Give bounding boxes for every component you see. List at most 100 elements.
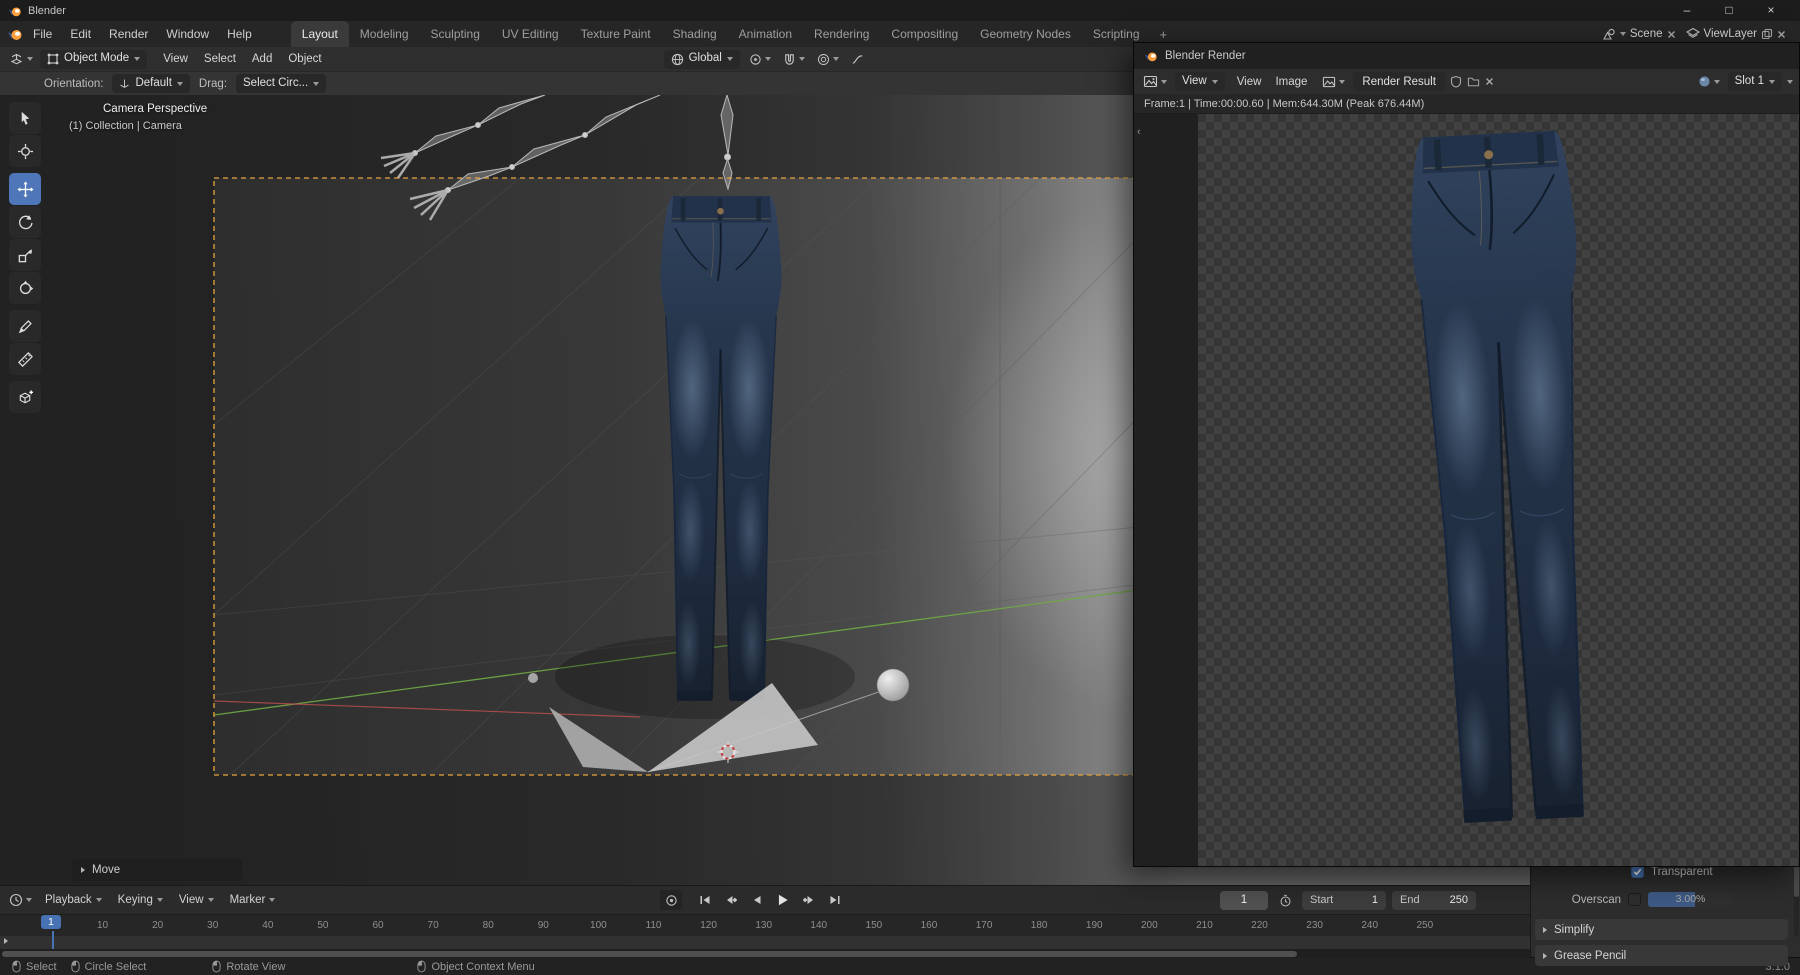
fake-user-shield-icon[interactable] bbox=[1450, 75, 1462, 88]
unlink-scene-icon[interactable] bbox=[1667, 30, 1676, 39]
tool-tweak-select[interactable] bbox=[9, 102, 41, 134]
workspace-tab[interactable]: Shading bbox=[662, 21, 728, 47]
timeline-track-area[interactable] bbox=[0, 936, 1530, 949]
minimize-button[interactable]: – bbox=[1666, 0, 1708, 21]
workspace-tab[interactable]: Texture Paint bbox=[570, 21, 662, 47]
tool-transform[interactable] bbox=[9, 272, 41, 304]
current-frame-field[interactable]: 1 bbox=[1220, 890, 1268, 910]
open-image-folder-icon[interactable] bbox=[1467, 76, 1480, 88]
menu-item[interactable]: Window bbox=[157, 21, 218, 47]
tool-scale[interactable] bbox=[9, 239, 41, 271]
workspace-tab[interactable]: Layout bbox=[290, 21, 349, 47]
jump-to-end-button[interactable] bbox=[824, 890, 846, 910]
auto-keying-button[interactable] bbox=[660, 890, 682, 910]
menu-item[interactable]: Edit bbox=[61, 21, 100, 47]
overscan-slider[interactable]: 3.00% bbox=[1648, 892, 1733, 907]
tool-rotate[interactable] bbox=[9, 206, 41, 238]
transform-orientation-dropdown[interactable]: Global bbox=[663, 49, 740, 69]
timeline-menu-item[interactable]: Playback bbox=[37, 886, 110, 914]
material-sphere-icon bbox=[1698, 76, 1710, 87]
use-preview-range-button[interactable] bbox=[1274, 890, 1296, 910]
render-window-titlebar[interactable]: Blender Render bbox=[1134, 43, 1799, 69]
tool-add-cube[interactable] bbox=[9, 381, 41, 413]
playhead[interactable]: 1 bbox=[41, 915, 61, 929]
workspace-tab[interactable]: UV Editing bbox=[491, 21, 570, 47]
next-keyframe-button[interactable] bbox=[798, 890, 820, 910]
image-editor-menu-item[interactable]: Image bbox=[1268, 69, 1314, 95]
proportional-edit-button[interactable] bbox=[814, 51, 842, 68]
image-datablock-name[interactable]: Render Result bbox=[1353, 72, 1445, 91]
keymap-hint: Select bbox=[12, 960, 57, 973]
editor-type-button[interactable] bbox=[6, 50, 36, 69]
pivot-point-button[interactable] bbox=[746, 51, 774, 68]
timeline-scrollbar-thumb[interactable] bbox=[2, 950, 1297, 957]
channel-collapse-icon[interactable] bbox=[4, 938, 8, 944]
orientation-setting-dropdown[interactable]: Default bbox=[112, 74, 190, 93]
operator-panel-move[interactable]: Move bbox=[72, 859, 242, 881]
tool-move[interactable] bbox=[9, 173, 41, 205]
timeline-menu-item[interactable]: Marker bbox=[222, 886, 284, 914]
tool-measure[interactable] bbox=[9, 343, 41, 375]
tool-cursor[interactable] bbox=[9, 135, 41, 167]
timeline-header: Playback Keying View Marker 1 Start 1 En… bbox=[0, 886, 1530, 914]
add-workspace-button[interactable]: + bbox=[1151, 27, 1177, 42]
tool-annotate[interactable] bbox=[9, 310, 41, 342]
menu-item[interactable]: Render bbox=[100, 21, 157, 47]
image-browse-button[interactable] bbox=[1319, 73, 1348, 91]
unlink-image-icon[interactable] bbox=[1485, 77, 1494, 86]
previous-keyframe-button[interactable] bbox=[720, 890, 742, 910]
render-slot-sphere-button[interactable] bbox=[1695, 73, 1723, 90]
image-editor-mode-dropdown[interactable]: View bbox=[1175, 72, 1225, 91]
timeline-menu-item[interactable]: Keying bbox=[110, 886, 171, 914]
workspace-tab[interactable]: Geometry Nodes bbox=[969, 21, 1082, 47]
play-reverse-button[interactable] bbox=[746, 890, 768, 910]
viewport-menu-item[interactable]: Object bbox=[280, 47, 329, 71]
scene-selector[interactable]: Scene bbox=[1598, 26, 1680, 42]
workspace-tab[interactable]: Animation bbox=[728, 21, 803, 47]
falloff-curve-icon bbox=[852, 54, 863, 64]
workspace-tab[interactable]: Rendering bbox=[803, 21, 880, 47]
viewport-menu-item[interactable]: Select bbox=[196, 47, 244, 71]
overscan-checkbox[interactable] bbox=[1628, 893, 1641, 906]
frame-start-field[interactable]: Start 1 bbox=[1302, 890, 1386, 910]
blender-logo-icon[interactable] bbox=[6, 26, 24, 42]
menu-item[interactable]: File bbox=[24, 21, 61, 47]
workspace-tab[interactable]: Modeling bbox=[349, 21, 420, 47]
grease-pencil-panel-header[interactable]: Grease Pencil bbox=[1535, 945, 1788, 966]
frame-end-field[interactable]: End 250 bbox=[1392, 890, 1476, 910]
play-button[interactable] bbox=[772, 890, 794, 910]
menu-item[interactable]: Help bbox=[218, 21, 261, 47]
globe-icon bbox=[671, 53, 683, 65]
mouse-icon bbox=[71, 960, 80, 973]
close-button[interactable]: × bbox=[1750, 0, 1792, 21]
sphere-object[interactable] bbox=[876, 668, 910, 702]
play-reverse-icon bbox=[754, 896, 761, 904]
render-slot-dropdown[interactable]: Slot 1 bbox=[1727, 72, 1782, 91]
blender-app-icon bbox=[1144, 52, 1157, 62]
workspace-tab[interactable]: Compositing bbox=[880, 21, 969, 47]
render-result-canvas[interactable]: ‹ bbox=[1134, 114, 1799, 866]
simplify-panel-header[interactable]: Simplify bbox=[1535, 919, 1788, 940]
image-editor-menu-item[interactable]: View bbox=[1230, 69, 1269, 95]
remove-viewlayer-icon[interactable] bbox=[1777, 30, 1786, 39]
maximize-button[interactable]: □ bbox=[1708, 0, 1750, 21]
sidebar-toggle-icon[interactable]: ‹ bbox=[1137, 126, 1141, 138]
jump-start-icon bbox=[700, 896, 710, 904]
viewport-menu-item[interactable]: Add bbox=[244, 47, 280, 71]
workspace-tab[interactable]: Sculpting bbox=[420, 21, 491, 47]
drag-setting-dropdown[interactable]: Select Circ... bbox=[236, 74, 327, 93]
viewport-menu-item[interactable]: View bbox=[155, 47, 196, 71]
viewlayer-selector[interactable]: ViewLayer bbox=[1682, 26, 1791, 42]
mode-dropdown[interactable]: Object Mode bbox=[40, 49, 148, 69]
falloff-button[interactable] bbox=[848, 51, 867, 68]
timeline-menu-item[interactable]: View bbox=[171, 886, 222, 914]
frame-number: 200 bbox=[1140, 920, 1158, 931]
viewport-menus: View Select Add Object bbox=[155, 47, 329, 71]
copy-viewlayer-icon[interactable] bbox=[1761, 28, 1773, 40]
timeline-editor-type-button[interactable] bbox=[6, 891, 35, 909]
jump-to-start-button[interactable] bbox=[694, 890, 716, 910]
snap-toggle-button[interactable] bbox=[780, 51, 808, 68]
timeline-ruler[interactable]: 10 20 30 40 50 60 70 80 90 100 110 120 130 140 150 160 1… bbox=[0, 914, 1530, 936]
chevron-down-icon bbox=[313, 81, 320, 86]
image-editor-type-button[interactable] bbox=[1140, 72, 1170, 91]
